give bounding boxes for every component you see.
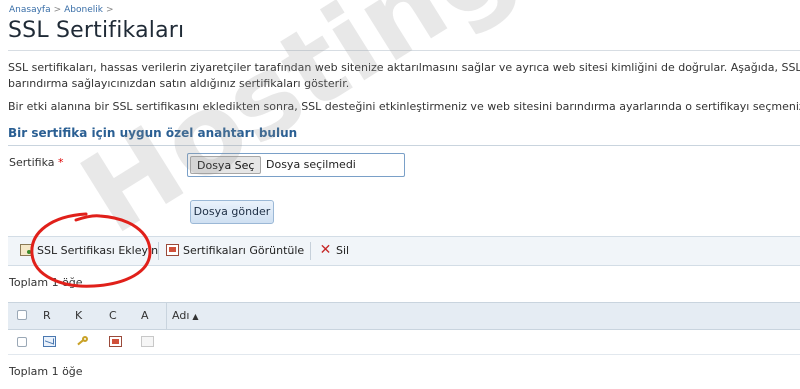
file-status-text: Dosya seçilmedi bbox=[266, 158, 356, 171]
toolbar-separator bbox=[158, 242, 159, 260]
breadcrumb-separator: > bbox=[105, 5, 114, 15]
table-header: R K C A Adı ▲ bbox=[8, 302, 800, 330]
ca-certificate-icon[interactable] bbox=[141, 336, 154, 347]
column-header-r[interactable]: R bbox=[43, 309, 51, 322]
table-row[interactable] bbox=[8, 330, 800, 355]
delete-icon: ✕ bbox=[319, 242, 332, 258]
description-line-2: barındırma sağlayıcınızdan satın aldığın… bbox=[8, 77, 350, 90]
mail-icon[interactable] bbox=[43, 336, 56, 347]
certificate-label-text: Sertifika bbox=[9, 156, 55, 169]
certificate-view-icon bbox=[166, 244, 179, 256]
choose-file-button[interactable]: Dosya Seç bbox=[190, 156, 262, 174]
description-line-3: Bir etki alanına bir SSL sertifikasını e… bbox=[8, 100, 800, 113]
title-divider bbox=[8, 50, 800, 51]
total-items-top: Toplam 1 öğe bbox=[9, 276, 83, 289]
row-checkbox[interactable] bbox=[17, 337, 27, 347]
toolbar: SSL Sertifikası Ekleyin Sertifikaları Gö… bbox=[8, 236, 800, 266]
toolbar-separator bbox=[310, 242, 311, 260]
section-divider bbox=[8, 145, 800, 146]
certificate-label: Sertifika * bbox=[9, 156, 64, 169]
column-header-k[interactable]: K bbox=[75, 309, 82, 322]
breadcrumb-separator: > bbox=[53, 5, 62, 15]
breadcrumb-home-link[interactable]: Anasayfa bbox=[9, 5, 51, 15]
column-divider bbox=[166, 303, 167, 329]
upload-file-button[interactable]: Dosya gönder bbox=[190, 200, 274, 224]
breadcrumb: Anasayfa > Abonelik > bbox=[9, 5, 117, 15]
certificate-add-icon bbox=[20, 244, 33, 256]
breadcrumb-subscription-link[interactable]: Abonelik bbox=[64, 5, 103, 15]
column-header-c[interactable]: C bbox=[109, 309, 117, 322]
description-line-1: SSL sertifikaları, hassas verilerin ziya… bbox=[8, 61, 800, 74]
certificate-file-input[interactable]: Dosya Seç Dosya seçilmedi bbox=[187, 153, 405, 177]
total-items-bottom: Toplam 1 öğe bbox=[9, 365, 83, 378]
section-title: Bir sertifika için uygun özel anahtarı b… bbox=[8, 126, 298, 140]
delete-label: Sil bbox=[336, 244, 350, 257]
key-icon[interactable] bbox=[76, 336, 89, 347]
sort-ascending-icon: ▲ bbox=[192, 312, 199, 321]
required-marker: * bbox=[58, 156, 64, 169]
column-header-name[interactable]: Adı ▲ bbox=[172, 309, 199, 322]
column-header-a[interactable]: A bbox=[141, 309, 149, 322]
certificate-icon[interactable] bbox=[109, 336, 122, 347]
add-ssl-certificate-label: SSL Sertifikası Ekleyin bbox=[37, 244, 159, 257]
select-all-checkbox[interactable] bbox=[17, 310, 27, 320]
column-header-name-label: Adı bbox=[172, 309, 190, 322]
page-title: SSL Sertifikaları bbox=[8, 18, 185, 43]
view-certificates-label: Sertifikaları Görüntüle bbox=[183, 244, 305, 257]
